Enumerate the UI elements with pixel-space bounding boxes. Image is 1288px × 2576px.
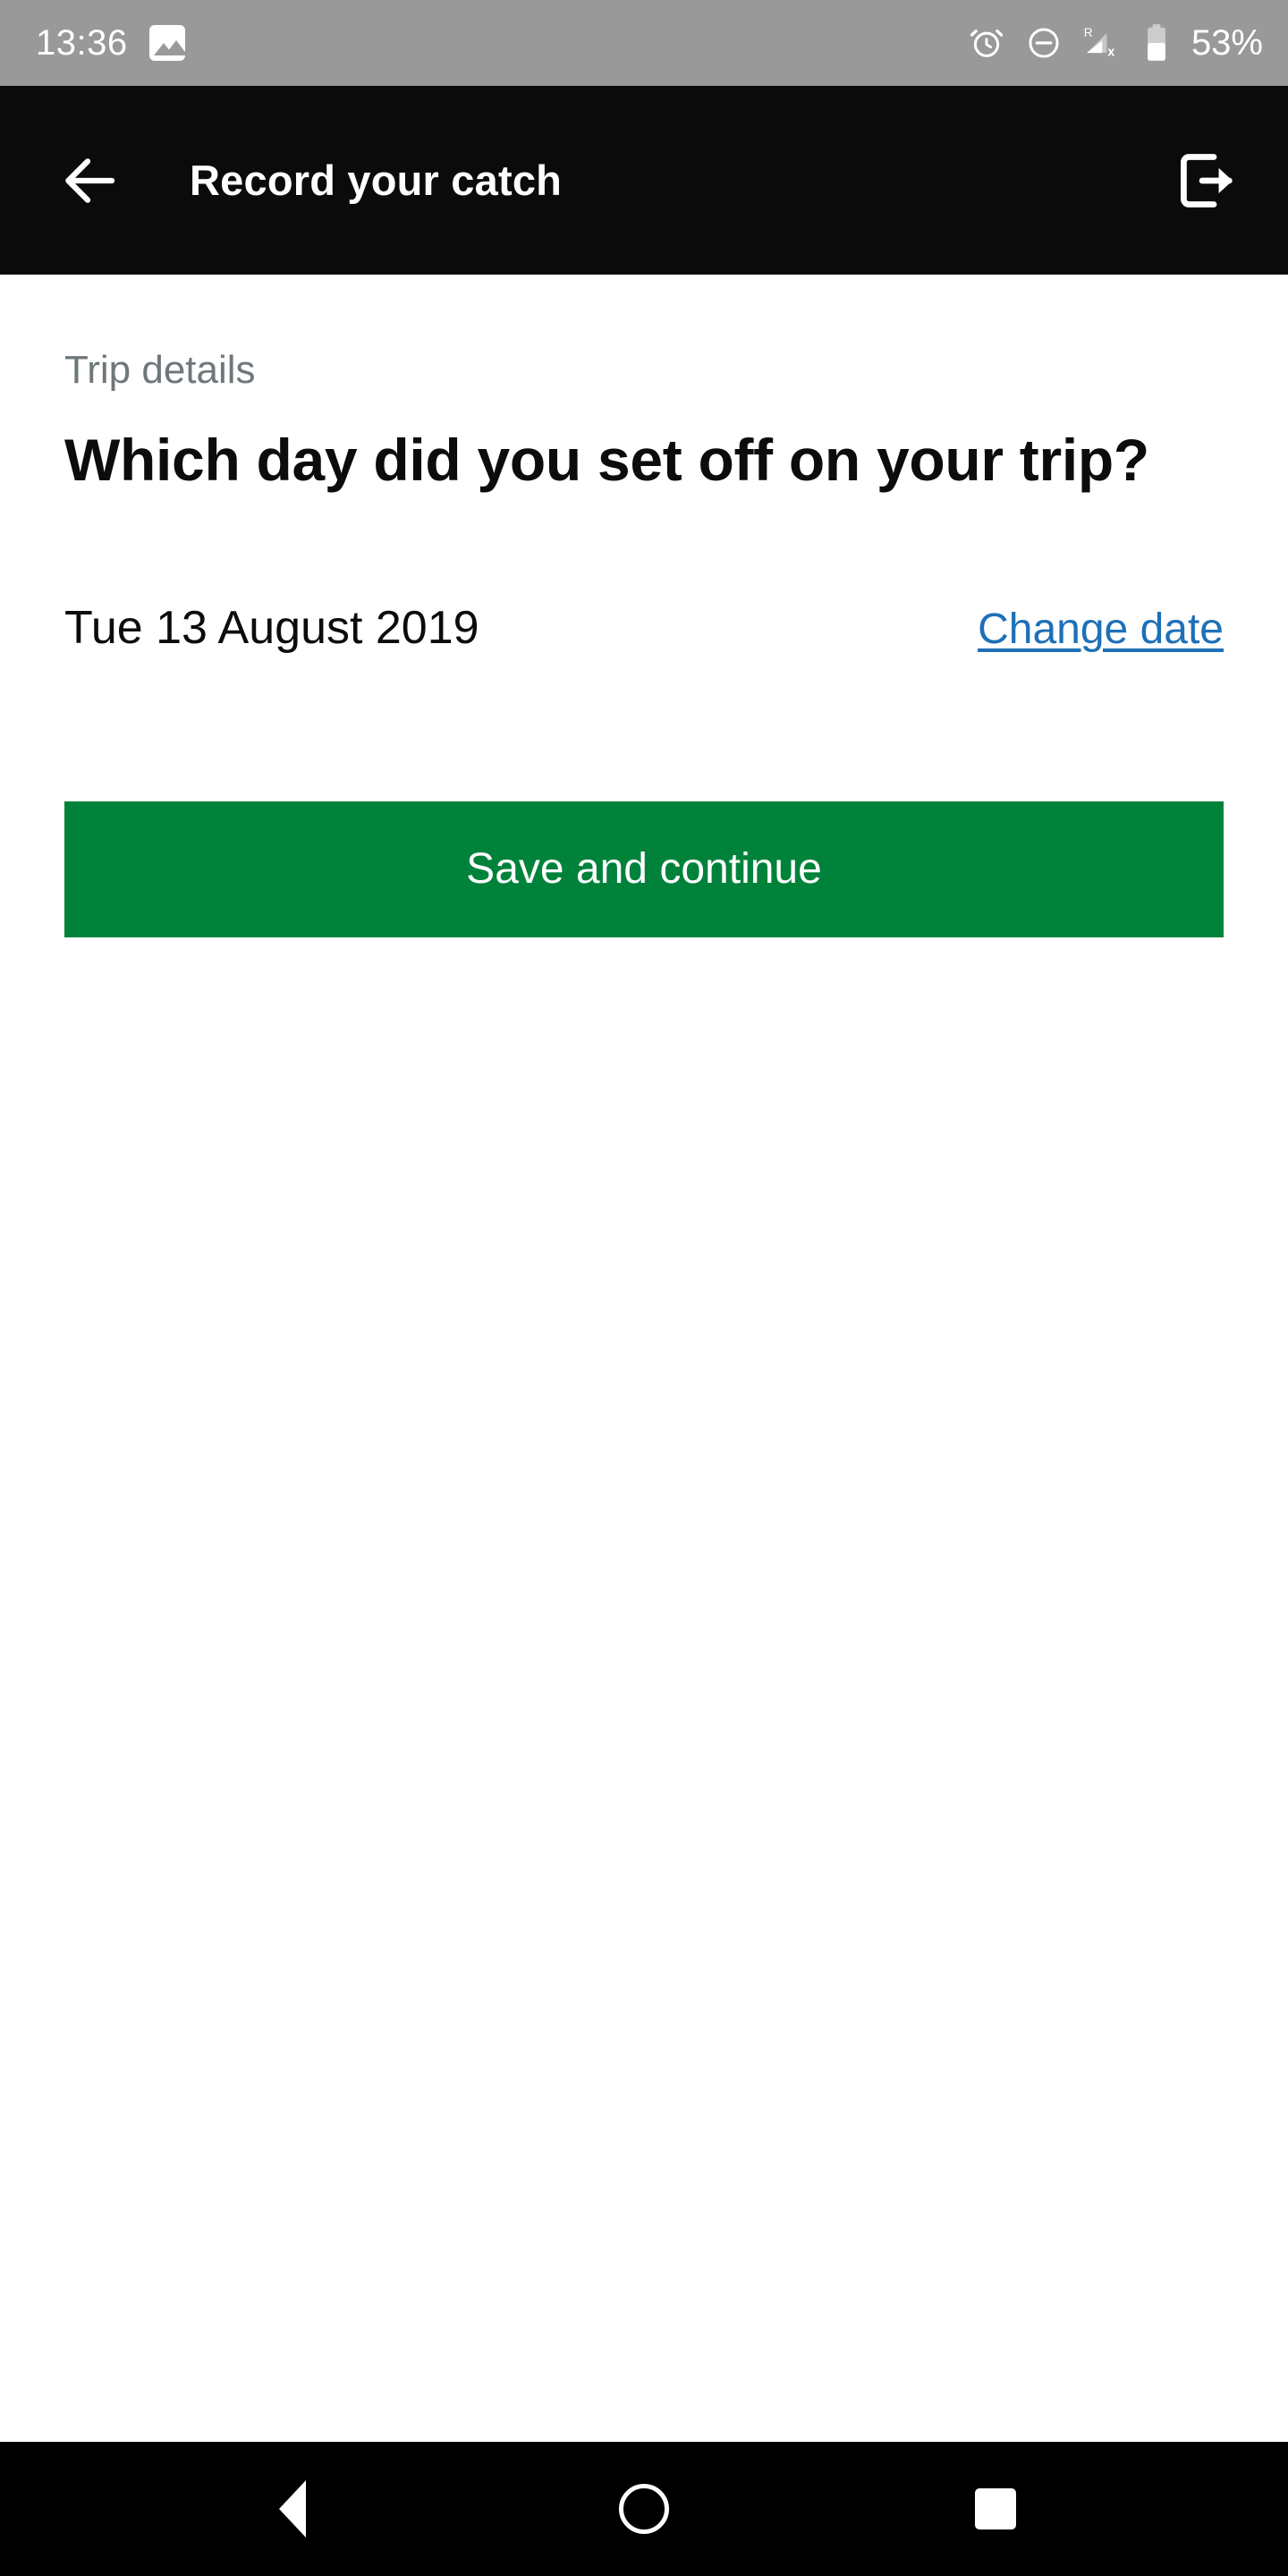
- date-row: Tue 13 August 2019 Change date: [64, 603, 1224, 654]
- page-title: Record your catch: [190, 157, 563, 204]
- do-not-disturb-icon: [1029, 28, 1059, 58]
- nav-recents-button[interactable]: [942, 2464, 1049, 2554]
- status-bar: 13:36 R x 53%: [0, 0, 1288, 86]
- sign-out-button[interactable]: [1168, 142, 1245, 219]
- photo-icon: [148, 25, 185, 61]
- android-navigation-bar: [0, 2442, 1288, 2576]
- alarm-clock-icon: [970, 30, 1004, 57]
- back-button[interactable]: [52, 142, 129, 219]
- question-heading: Which day did you set off on your trip?: [64, 427, 1149, 494]
- status-bar-clock: 13:36: [36, 23, 128, 63]
- svg-text:x: x: [1107, 46, 1114, 60]
- exit-icon: [1181, 153, 1233, 208]
- roaming-no-signal-icon: R x: [1084, 26, 1115, 60]
- app-header: Record your catch: [0, 86, 1288, 275]
- selected-date-value: Tue 13 August 2019: [64, 602, 479, 655]
- status-bar-left: 13:36: [36, 25, 185, 61]
- nav-back-button[interactable]: [239, 2464, 346, 2554]
- arrow-left-icon: [65, 157, 115, 203]
- save-and-continue-button[interactable]: Save and continue: [64, 801, 1224, 938]
- circle-home-icon: [618, 2484, 669, 2534]
- phone-screen: 13:36 R x 53% Record your catch Trip det…: [0, 0, 1288, 2576]
- main-content: Trip details Which day did you set off o…: [0, 275, 1288, 2442]
- change-date-link[interactable]: Change date: [978, 606, 1224, 654]
- status-bar-right: R x 53%: [968, 23, 1263, 63]
- section-caption: Trip details: [64, 348, 256, 392]
- battery-percent-label: 53%: [1191, 23, 1263, 63]
- nav-home-button[interactable]: [590, 2464, 698, 2554]
- triangle-back-icon: [278, 2480, 306, 2538]
- svg-text:R: R: [1084, 26, 1093, 39]
- battery-icon: [1148, 24, 1165, 61]
- square-recents-icon: [975, 2488, 1017, 2529]
